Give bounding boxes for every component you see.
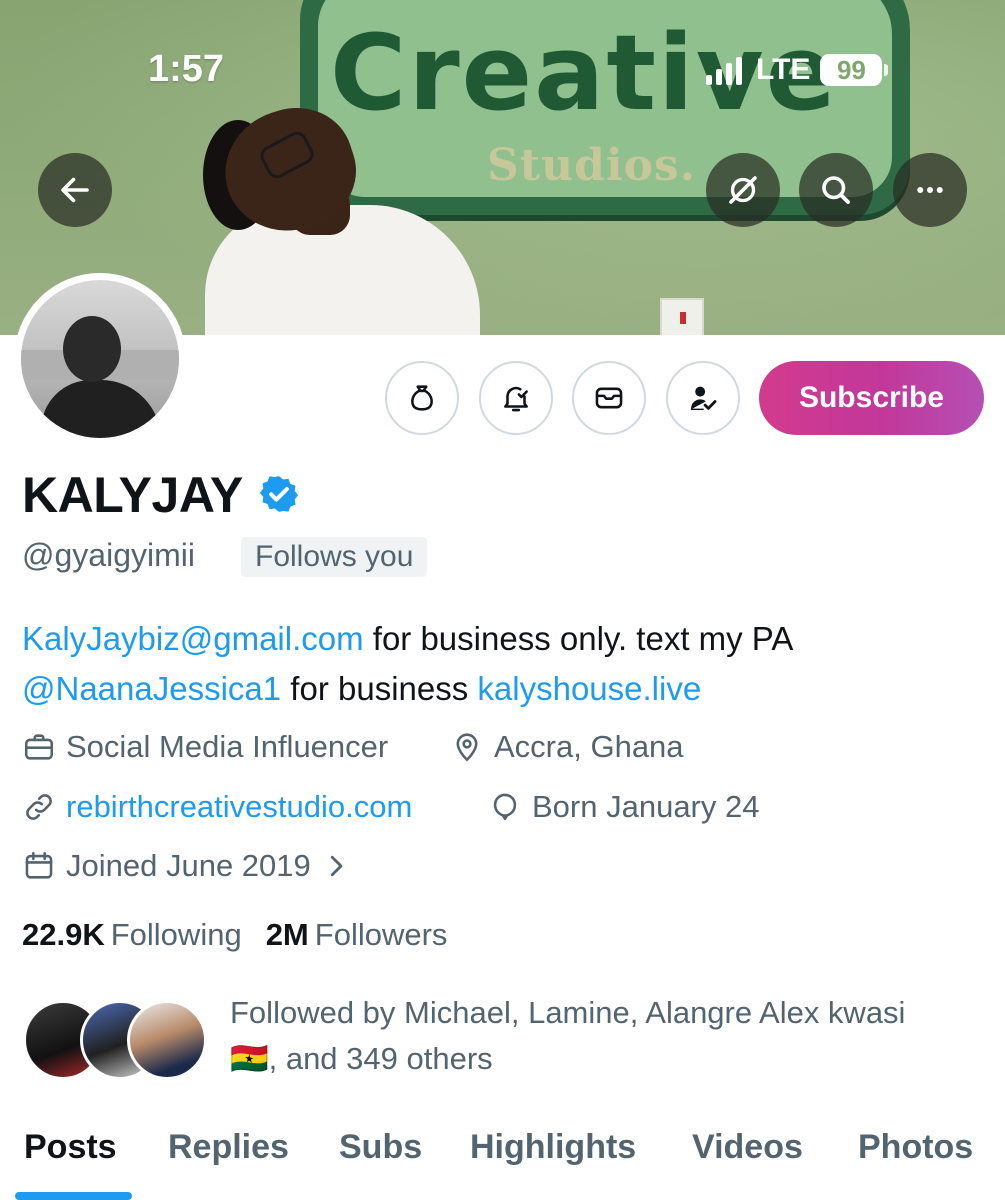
profile-location: Accra, Ghana bbox=[450, 729, 684, 765]
grok-button[interactable] bbox=[706, 153, 780, 227]
briefcase-icon bbox=[24, 734, 54, 760]
tip-button[interactable] bbox=[385, 361, 459, 435]
search-button[interactable] bbox=[799, 153, 873, 227]
profile-joined[interactable]: Joined June 2019 bbox=[22, 848, 351, 884]
calendar-icon bbox=[25, 851, 53, 879]
birthday-text: Born January 24 bbox=[532, 789, 760, 824]
bell-check-icon bbox=[504, 386, 528, 412]
chevron-right-icon bbox=[330, 855, 343, 877]
joined-text: Joined June 2019 bbox=[66, 848, 311, 883]
cellular-signal-icon bbox=[706, 55, 742, 85]
profile-bio: KalyJaybiz@gmail.com for business only. … bbox=[22, 614, 982, 714]
tab-posts[interactable]: Posts bbox=[24, 1128, 117, 1167]
network-type: LTE bbox=[756, 53, 811, 86]
banner-sign-subtitle: Studios. bbox=[487, 140, 697, 191]
profile-display-name: KALYJAY bbox=[22, 467, 243, 523]
profile-birthday: Born January 24 bbox=[488, 789, 759, 825]
battery-icon: 99 bbox=[820, 54, 883, 86]
grok-icon bbox=[729, 176, 757, 204]
profile-category: Social Media Influencer bbox=[22, 729, 388, 765]
status-indicators: LTE 99 bbox=[706, 50, 889, 90]
tab-highlights[interactable]: Highlights bbox=[470, 1128, 636, 1167]
active-tab-indicator bbox=[15, 1192, 132, 1200]
followers-count[interactable]: 2M Followers bbox=[266, 917, 448, 953]
search-icon bbox=[822, 176, 850, 204]
balloon-icon bbox=[493, 793, 517, 821]
followers-value: 2M bbox=[265, 917, 309, 952]
avatar[interactable] bbox=[21, 280, 179, 438]
website-link[interactable]: rebirthcreativestudio.com bbox=[66, 789, 412, 825]
followed-by-line: 🇬🇭, and 349 others bbox=[230, 1041, 493, 1076]
location-pin-icon bbox=[456, 733, 478, 762]
more-button[interactable] bbox=[893, 153, 967, 227]
battery-cap bbox=[884, 64, 889, 76]
banner-light-switch bbox=[660, 298, 704, 335]
tab-videos[interactable]: Videos bbox=[692, 1128, 803, 1167]
bio-mention-link[interactable]: @NaanaJessica1 bbox=[22, 670, 281, 707]
bio-site-link[interactable]: kalyshouse.live bbox=[477, 670, 701, 707]
more-horizontal-icon bbox=[917, 187, 943, 193]
subscribe-button[interactable]: Subscribe bbox=[759, 361, 984, 435]
profile-tabs: Posts Replies Subs Highlights Videos Pho… bbox=[0, 1120, 1005, 1200]
following-label: Following bbox=[110, 917, 242, 952]
tab-subs[interactable]: Subs bbox=[339, 1128, 422, 1167]
arrow-left-icon bbox=[61, 177, 89, 203]
money-bag-icon bbox=[411, 385, 433, 411]
profile-handle: @gyaigyimii bbox=[22, 537, 195, 573]
envelope-icon bbox=[595, 387, 623, 409]
bio-text: for business bbox=[281, 670, 478, 707]
back-button[interactable] bbox=[38, 153, 112, 227]
followed-by-text[interactable]: Followed by Michael, Lamine, Alangre Ale… bbox=[230, 990, 990, 1082]
notifications-button[interactable] bbox=[479, 361, 553, 435]
bio-email-link[interactable]: KalyJaybiz@gmail.com bbox=[22, 620, 364, 657]
following-button[interactable] bbox=[666, 361, 740, 435]
bio-text: for business only. text my PA bbox=[363, 620, 794, 657]
tab-replies[interactable]: Replies bbox=[168, 1128, 289, 1167]
follow-counts: 22.9K Following 2M Followers bbox=[22, 917, 447, 953]
status-time: 1:57 bbox=[148, 48, 225, 90]
followers-label: Followers bbox=[314, 917, 448, 952]
verified-badge-icon[interactable] bbox=[258, 473, 300, 515]
following-count[interactable]: 22.9K Following bbox=[22, 917, 242, 953]
location-text: Accra, Ghana bbox=[494, 729, 684, 764]
follower-avatar[interactable] bbox=[127, 1000, 207, 1080]
profile-website[interactable]: rebirthcreativestudio.com bbox=[22, 789, 412, 825]
tab-photos[interactable]: Photos bbox=[858, 1128, 973, 1167]
message-button[interactable] bbox=[572, 361, 646, 435]
link-icon bbox=[26, 794, 52, 820]
followed-by-line: Followed by Michael, Lamine, Alangre Ale… bbox=[230, 995, 906, 1030]
following-value: 22.9K bbox=[22, 917, 105, 952]
category-text: Social Media Influencer bbox=[66, 729, 389, 764]
follows-you-badge: Follows you bbox=[241, 537, 428, 577]
person-check-icon bbox=[690, 386, 717, 411]
